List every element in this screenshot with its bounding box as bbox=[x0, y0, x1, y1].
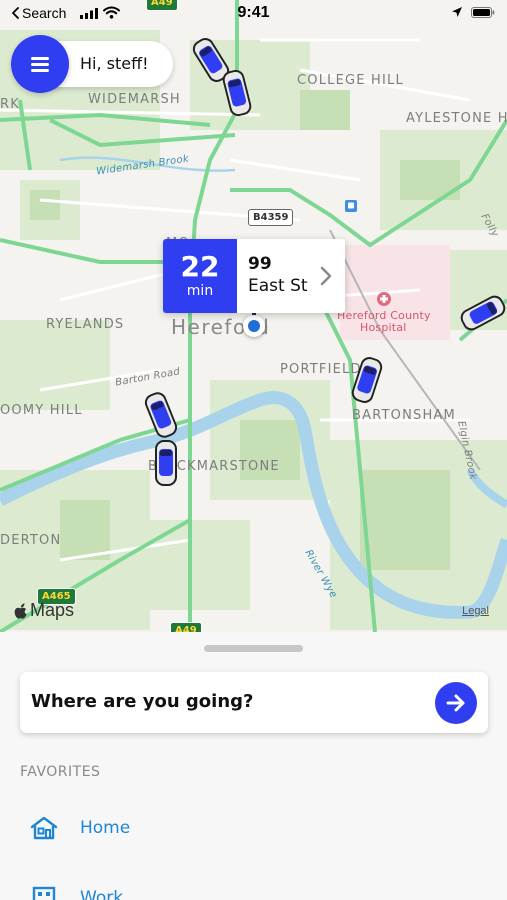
go-button[interactable] bbox=[435, 682, 477, 724]
status-indicators bbox=[451, 6, 495, 18]
car-icon[interactable] bbox=[155, 440, 177, 486]
area-label-ryelands: RYELANDS bbox=[46, 317, 125, 332]
location-arrow-icon bbox=[452, 7, 462, 17]
bus-stop-icon bbox=[345, 200, 357, 212]
legal-link[interactable]: Legal bbox=[462, 605, 489, 617]
area-label-bartonsham: BARTONSHAM bbox=[352, 408, 456, 423]
favorites-header: FAVORITES bbox=[20, 764, 101, 780]
road-badge-b4359: B4359 bbox=[248, 209, 294, 226]
eta-badge: 22 min bbox=[163, 239, 237, 313]
area-label-widemarsh: WIDEMARSH bbox=[88, 92, 181, 107]
sheet-drag-handle[interactable] bbox=[204, 645, 303, 652]
favorite-work-label: Work bbox=[80, 888, 124, 900]
battery-icon bbox=[471, 6, 495, 18]
road-badge-a49-bottom: A49 bbox=[170, 622, 202, 632]
favorite-work[interactable]: Work bbox=[30, 878, 123, 900]
favorite-home-label: Home bbox=[80, 818, 131, 838]
arrow-right-icon bbox=[446, 694, 465, 712]
building-icon bbox=[32, 886, 56, 900]
home-icon bbox=[30, 816, 58, 840]
map-view[interactable]: COLLEGE HILL WIDEMARSH RK AYLESTONE HILL… bbox=[0, 0, 507, 632]
area-label-rk: RK bbox=[0, 97, 20, 112]
area-label-derton: DERTON bbox=[0, 533, 62, 548]
area-label-portfield: PORTFIELD bbox=[280, 362, 362, 377]
hospital-icon bbox=[377, 292, 391, 306]
chevron-right-icon bbox=[320, 266, 332, 286]
status-bar: Search 9:41 bbox=[0, 0, 507, 28]
eta-callout[interactable]: 22 min 99 East St bbox=[163, 239, 345, 313]
destination-prompt: Where are you going? bbox=[31, 691, 254, 712]
destination-search[interactable]: Where are you going? bbox=[20, 672, 488, 733]
location-pin-icon bbox=[243, 315, 265, 337]
wifi-icon bbox=[103, 6, 120, 19]
menu-button[interactable] bbox=[11, 35, 69, 93]
bottom-sheet: Where are you going? FAVORITES Home Work bbox=[0, 632, 507, 900]
maps-logo: Maps bbox=[14, 600, 74, 621]
eta-minutes: 22 bbox=[180, 250, 220, 283]
hamburger-menu-icon bbox=[31, 56, 49, 72]
area-label-college-hill: COLLEGE HILL bbox=[297, 73, 404, 88]
area-label-aylestone: AYLESTONE HILL bbox=[406, 111, 507, 126]
greeting-chip: Hi, steff! bbox=[11, 35, 173, 93]
area-label-omy-hill: OOMY HILL bbox=[0, 403, 83, 418]
status-time: 9:41 bbox=[237, 4, 270, 21]
maps-logo-text: Maps bbox=[30, 600, 75, 620]
favorite-home[interactable]: Home bbox=[30, 808, 130, 848]
eta-unit: min bbox=[186, 283, 214, 299]
apple-logo-icon bbox=[14, 602, 27, 619]
greeting-text: Hi, steff! bbox=[80, 54, 149, 73]
hospital-label-line2: Hospital bbox=[360, 321, 407, 334]
signal-icon bbox=[80, 8, 98, 19]
